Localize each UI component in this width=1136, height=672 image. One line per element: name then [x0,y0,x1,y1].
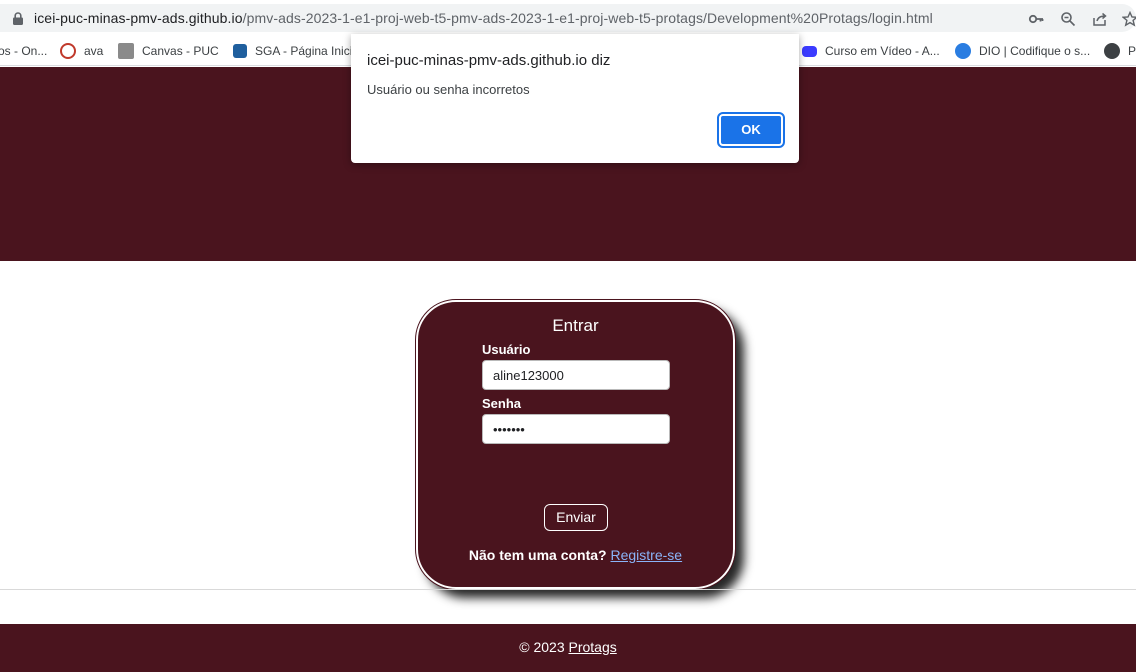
ok-button[interactable]: OK [717,112,785,148]
bookmark-label: ava [84,44,104,58]
bookmark-item[interactable]: Curso em Vídeo - A... [802,42,940,60]
ava-icon [60,43,76,59]
bookmark-label: DIO | Codifique o s... [979,44,1091,58]
footer-link[interactable]: Protags [569,639,617,655]
star-icon[interactable] [1121,10,1136,27]
login-title: Entrar [552,316,599,335]
share-icon[interactable] [1092,11,1108,27]
login-card: Entrar Usuário Senha Enviar Não tem uma … [415,299,736,590]
password-label: Senha [482,396,522,411]
url-path: /pmv-ads-2023-1-e1-proj-web-t5-pmv-ads-2… [242,10,933,26]
bookmark-label: P [1128,44,1136,58]
globe-icon [1104,43,1120,59]
bookmark-label: Curso em Vídeo - A... [825,44,940,58]
signup-text: Não tem uma conta? [468,547,607,563]
bookmark-label: SGA - Página Inici [255,44,353,58]
bookmark-item[interactable]: ava [60,42,103,60]
url-field[interactable]: icei-puc-minas-pmv-ads.github.io/pmv-ads… [0,4,1136,32]
divider [0,589,1136,590]
bookmark-item[interactable]: SGA - Página Inici [233,42,352,60]
url-text: icei-puc-minas-pmv-ads.github.io/pmv-ads… [34,10,933,26]
copyright-text: © 2023 [519,639,565,655]
dialog-title: icei-puc-minas-pmv-ads.github.io diz [367,52,611,69]
building-icon [118,43,134,59]
bookmark-item[interactable]: Canvas - PUC [118,42,219,60]
bookmark-item[interactable]: DIO | Codifique o s... [955,42,1090,60]
url-host: icei-puc-minas-pmv-ads.github.io [34,10,243,26]
user-input[interactable] [482,360,670,390]
dialog-message: Usuário ou senha incorretos [367,82,530,97]
lock-icon [13,12,23,25]
alert-dialog: icei-puc-minas-pmv-ads.github.io diz Usu… [351,34,799,163]
footer-text: © 2023 Protags [0,639,1136,655]
submit-button[interactable]: Enviar [544,504,608,531]
dio-icon [955,43,971,59]
sga-icon [233,44,247,58]
bookmark-item[interactable]: os - On... [0,42,47,60]
signup-link[interactable]: Registre-se [611,547,683,563]
video-icon [802,45,817,57]
browser-address-bar: icei-puc-minas-pmv-ads.github.io/pmv-ads… [0,0,1136,36]
zoom-icon[interactable] [1060,11,1076,27]
user-label: Usuário [482,342,531,357]
bookmark-item[interactable]: P [1104,42,1136,60]
bookmark-label: Canvas - PUC [142,44,219,58]
key-icon[interactable] [1028,11,1044,27]
signup-prompt: Não tem uma conta? Registre-se [418,547,733,563]
site-footer: © 2023 Protags [0,624,1136,672]
password-input[interactable] [482,414,670,444]
bookmark-label: os - On... [0,44,48,58]
